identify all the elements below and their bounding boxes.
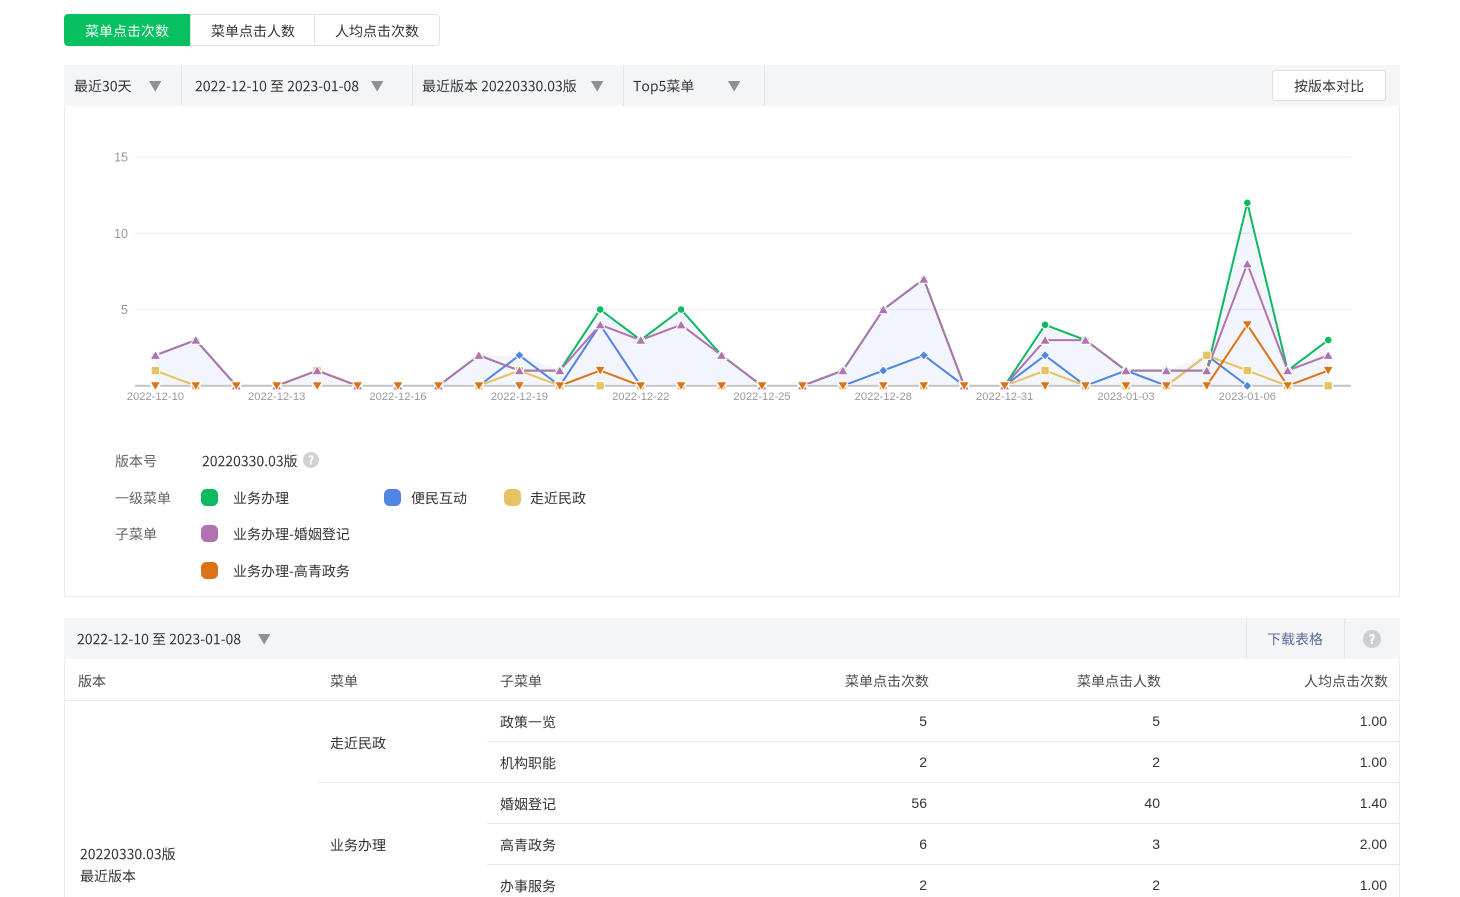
- svg-text:2022-12-25: 2022-12-25: [733, 391, 790, 403]
- svg-text:15: 15: [114, 151, 128, 165]
- svg-text:2022-12-13: 2022-12-13: [248, 391, 305, 403]
- svg-text:2022-12-10: 2022-12-10: [127, 391, 184, 403]
- svg-text:2022-12-16: 2022-12-16: [369, 391, 426, 403]
- svg-text:2023-01-06: 2023-01-06: [1219, 391, 1276, 403]
- svg-text:2022-12-19: 2022-12-19: [491, 391, 548, 403]
- svg-text:2022-12-31: 2022-12-31: [976, 391, 1033, 403]
- svg-text:5: 5: [121, 303, 128, 317]
- svg-text:2023-01-03: 2023-01-03: [1097, 391, 1154, 403]
- svg-text:10: 10: [114, 227, 128, 241]
- svg-text:2022-12-28: 2022-12-28: [855, 391, 912, 403]
- svg-text:2022-12-22: 2022-12-22: [612, 391, 669, 403]
